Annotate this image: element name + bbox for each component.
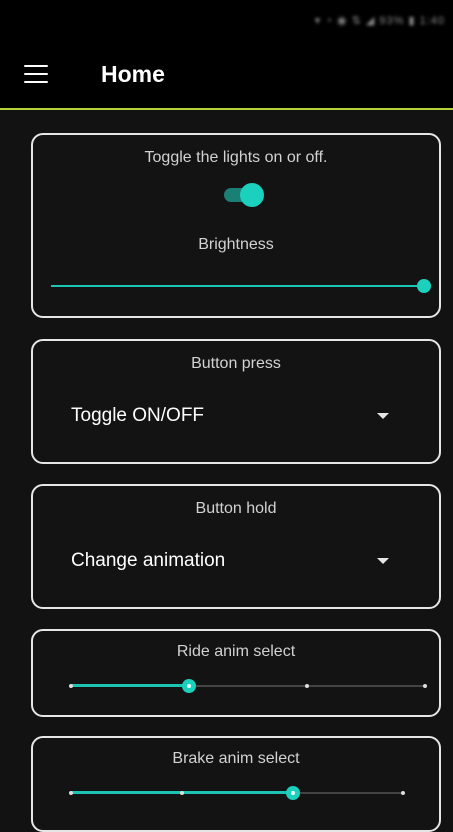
brightness-label: Brightness	[198, 236, 274, 253]
button-hold-value: Change animation	[71, 550, 226, 571]
brake-anim-tick	[69, 791, 73, 795]
ride-anim-label: Ride anim select	[176, 643, 296, 660]
ride-anim-tick	[69, 684, 73, 688]
button-hold-label: Button hold	[195, 500, 277, 517]
menu-icon[interactable]	[24, 65, 48, 83]
ride-anim-slider-thumb[interactable]	[182, 679, 196, 693]
status-bar: ▾ ◔ ◉ ⇅ ◢ 93% ▮ 1:40	[0, 0, 453, 40]
ride-anim-slider-active	[71, 684, 189, 687]
brake-anim-card: Brake anim select	[31, 736, 441, 832]
toggle-lights-label: Toggle the lights on or off.	[144, 149, 328, 166]
page-title: Home	[101, 61, 165, 87]
brightness-slider-track[interactable]	[51, 285, 425, 287]
brake-anim-tick	[180, 791, 184, 795]
lights-card: Toggle the lights on or off. Brightness	[31, 133, 441, 318]
ride-anim-tick	[423, 684, 427, 688]
ride-anim-card: Ride anim select	[31, 629, 441, 717]
brake-anim-tick	[401, 791, 405, 795]
app-bar: Home	[0, 40, 453, 110]
button-press-label: Button press	[191, 355, 281, 372]
button-press-value: Toggle ON/OFF	[71, 405, 205, 426]
button-hold-dropdown[interactable]: Change animation	[33, 536, 439, 586]
brake-anim-slider-thumb[interactable]	[286, 786, 300, 800]
status-icons: ▾ ◔ ◉ ⇅ ◢ 93% ▮ 1:40	[314, 15, 445, 27]
ride-anim-tick	[305, 684, 309, 688]
brake-anim-label: Brake anim select	[172, 750, 300, 767]
brightness-slider-thumb[interactable]	[417, 279, 431, 293]
chevron-down-icon	[377, 558, 389, 564]
button-press-dropdown[interactable]: Toggle ON/OFF	[33, 391, 439, 441]
button-hold-card: Button hold Change animation	[31, 484, 441, 609]
chevron-down-icon	[377, 413, 389, 419]
lights-toggle[interactable]	[222, 182, 266, 208]
toggle-thumb	[240, 183, 264, 207]
button-press-card: Button press Toggle ON/OFF	[31, 339, 441, 464]
